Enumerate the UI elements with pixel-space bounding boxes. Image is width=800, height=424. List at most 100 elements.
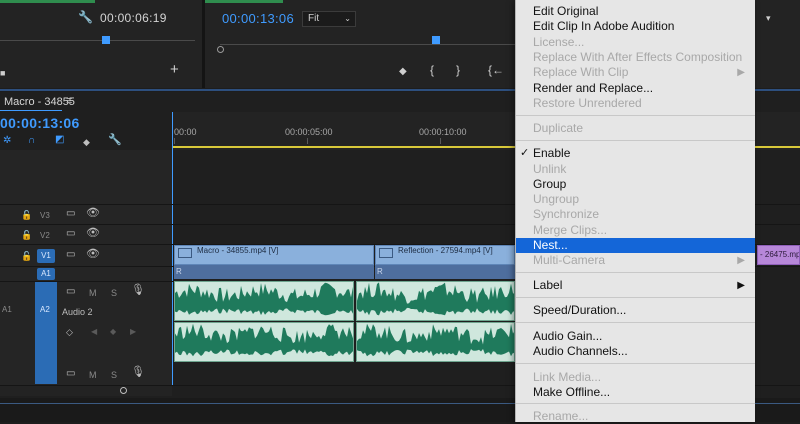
go-to-in-icon[interactable]: {← [488, 64, 504, 76]
ruler-tick-label: 00:00:05:00 [285, 127, 333, 137]
menu-item-replace-with-clip[interactable]: Replace With Clip ▶ [516, 65, 755, 80]
menu-item-label: Nest... [533, 238, 568, 252]
square-icon[interactable]: ■ [0, 67, 5, 79]
menu-item-edit-original[interactable]: Edit Original [516, 4, 755, 19]
zoom-value: Fit [308, 13, 320, 24]
menu-item-license[interactable]: License... [516, 35, 755, 50]
film-icon[interactable]: ▭ [66, 287, 75, 297]
audio-clip-channel[interactable] [356, 322, 515, 362]
audio-clip-channel[interactable] [356, 281, 515, 321]
menu-item-label: Render and Replace... [533, 81, 654, 95]
zoom-select[interactable]: Fit ⌄ [302, 11, 356, 27]
track-target-v1[interactable]: V1 [37, 249, 55, 263]
add-keyframe-icon[interactable]: ◆ [110, 327, 116, 337]
timeline-scrollbar[interactable] [0, 386, 172, 396]
mark-out-icon[interactable]: } [456, 64, 460, 76]
track-label-a1[interactable]: A1 [2, 305, 12, 314]
menu-item-unlink[interactable]: Unlink [516, 162, 755, 177]
track-name-a2[interactable]: Audio 2 [62, 307, 93, 317]
menu-item-edit-clip-in-adobe-audition[interactable]: Edit Clip In Adobe Audition [516, 19, 755, 34]
menu-item-speed-duration[interactable]: Speed/Duration... [516, 303, 755, 318]
chevron-down-icon[interactable]: ▾ [766, 13, 771, 24]
solo-button[interactable]: S [111, 288, 117, 298]
video-clip[interactable]: Reflection - 27594.mp4 [V] [375, 245, 515, 265]
menu-item-label: Enable [533, 146, 571, 160]
eye-icon[interactable]: 👁 [86, 249, 100, 260]
menu-separator [516, 140, 755, 141]
ruler-tick-label: 00:00 [174, 127, 197, 137]
solo-button[interactable]: S [111, 370, 117, 380]
context-menu: Edit Original Edit Clip In Adobe Audition… [515, 0, 755, 423]
menu-item-render-and-replace[interactable]: Render and Replace... [516, 81, 755, 96]
audio-clip-channel[interactable] [174, 322, 354, 362]
next-keyframe-icon[interactable]: ▶ [130, 327, 136, 337]
menu-item-duplicate[interactable]: Duplicate [516, 121, 755, 136]
timeline-playhead[interactable] [172, 112, 173, 386]
ruler-tick [440, 138, 441, 144]
fx-badge [178, 248, 192, 258]
track-label-v2[interactable]: V2 [40, 231, 50, 240]
menu-item-link-media[interactable]: Link Media... [516, 370, 755, 385]
menu-separator [516, 115, 755, 116]
mic-icon[interactable]: 🎙 [131, 367, 145, 378]
mute-button[interactable]: M [89, 370, 97, 380]
marker-icon[interactable]: ◆ [399, 66, 407, 78]
source-playhead-icon[interactable] [102, 36, 110, 44]
mic-icon[interactable]: 🎙 [131, 285, 145, 296]
menu-item-multi-camera[interactable]: Multi-Camera ▶ [516, 253, 755, 268]
menu-item-enable[interactable]: Enable ✓ [516, 146, 755, 161]
source-patch-a1[interactable]: A1 [37, 268, 55, 280]
track-target-a2[interactable] [35, 282, 57, 384]
eye-icon[interactable]: 👁 [86, 228, 100, 239]
menu-item-make-offline[interactable]: Make Offline... [516, 385, 755, 400]
panel-menu-icon[interactable]: ≡ [66, 95, 72, 107]
menu-item-group[interactable]: Group [516, 177, 755, 192]
track-label-v3[interactable]: V3 [40, 211, 50, 220]
mute-button[interactable]: M [89, 288, 97, 298]
menu-item-restore-unrendered[interactable]: Restore Unrendered [516, 96, 755, 111]
audio-clip-channel[interactable] [174, 281, 354, 321]
source-ruler [0, 40, 195, 41]
keyframe-icon[interactable]: ◇ [66, 327, 73, 337]
timeline-timecode[interactable]: 00:00:13:06 [0, 115, 80, 131]
video-clip[interactable]: Macro - 34855.mp4 [V] [174, 245, 374, 265]
wrench-icon[interactable]: 🔧 [78, 11, 93, 23]
menu-item-ungroup[interactable]: Ungroup [516, 192, 755, 207]
menu-separator [516, 322, 755, 323]
wrench-icon[interactable]: 🔧 [108, 135, 122, 146]
program-playhead-icon[interactable] [432, 36, 440, 44]
mark-in-icon[interactable]: { [430, 64, 434, 76]
r-label: R [176, 267, 182, 276]
snap-icon[interactable]: ∩ [28, 136, 35, 146]
add-button[interactable]: + [170, 62, 179, 77]
menu-item-replace-with-after-effects-composition[interactable]: Replace With After Effects Composition [516, 50, 755, 65]
menu-item-audio-channels[interactable]: Audio Channels... [516, 344, 755, 359]
zoom-handle-icon[interactable] [217, 46, 224, 53]
film-icon[interactable]: ▭ [66, 369, 75, 379]
menu-item-synchronize[interactable]: Synchronize [516, 207, 755, 222]
timeline-empty [755, 281, 800, 362]
render-bar [375, 265, 515, 279]
link-icon[interactable]: ◩ [55, 135, 64, 145]
lock-icon[interactable]: 🔓 [21, 251, 32, 261]
video-clip[interactable]: - 26475.mp4 [V] [757, 245, 800, 265]
film-icon[interactable]: ▭ [66, 209, 75, 219]
menu-item-nest[interactable]: Nest... [516, 238, 755, 253]
menu-item-audio-gain[interactable]: Audio Gain... [516, 329, 755, 344]
scroll-knob-icon[interactable] [120, 387, 127, 394]
menu-item-label[interactable]: Label ▶ [516, 278, 755, 293]
eye-icon[interactable]: 👁 [86, 208, 100, 219]
program-timecode[interactable]: 00:00:13:06 [222, 11, 294, 26]
nest-icon[interactable]: ✲ [3, 136, 11, 146]
film-icon[interactable]: ▭ [66, 229, 75, 239]
sequence-tab[interactable]: Macro - 34855 [4, 96, 75, 108]
lock-icon[interactable]: 🔓 [21, 230, 32, 240]
lock-icon[interactable]: 🔓 [21, 210, 32, 220]
ruler-tick [174, 138, 175, 144]
film-icon[interactable]: ▭ [66, 250, 75, 260]
prev-keyframe-icon[interactable]: ◀ [91, 327, 97, 337]
menu-item-label: Speed/Duration... [533, 303, 627, 317]
marker-icon[interactable]: ◆ [83, 137, 90, 147]
menu-item-merge-clips[interactable]: Merge Clips... [516, 223, 755, 238]
checkmark-icon: ✓ [520, 147, 530, 159]
